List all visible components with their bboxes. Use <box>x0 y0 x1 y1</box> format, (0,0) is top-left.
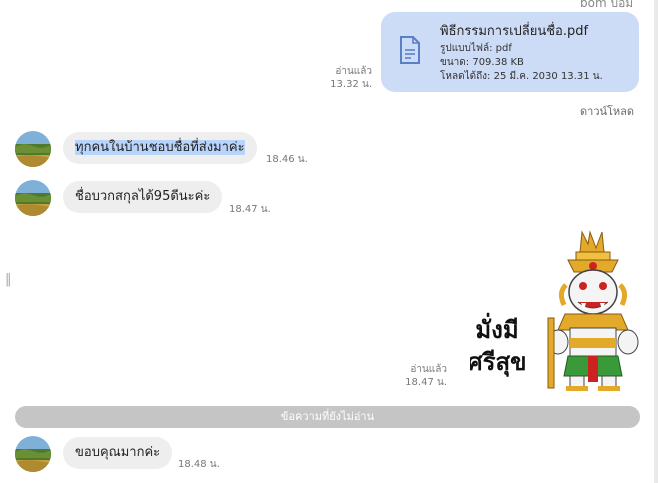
avatar[interactable] <box>15 131 51 167</box>
message-text: ทุกคนในบ้านชอบชื่อที่ส่งมาค่ะ <box>75 140 245 155</box>
message-bubble[interactable]: ขอบคุณมากค่ะ <box>63 437 173 469</box>
read-label: อ่านแล้ว <box>335 66 372 77</box>
message-time: 18.46 น. <box>266 154 308 165</box>
avatar-image <box>15 180 51 216</box>
avatar-image <box>15 436 51 472</box>
document-icon <box>400 36 420 64</box>
message-text: ชื่อบวกสกุลได้95ดีนะค่ะ <box>75 189 211 204</box>
message-bubble[interactable]: ชื่อบวกสกุลได้95ดีนะค่ะ <box>63 181 223 213</box>
resize-handle-icon[interactable]: ‖ <box>5 272 12 287</box>
sticker-text-line2: ศรีสุข <box>470 348 527 378</box>
message-time: 18.47 น. <box>405 377 447 388</box>
file-message-bubble[interactable]: พิธีกรรมการเปลี่ยนชื่อ.pdf รูปแบบไฟล์: p… <box>381 12 639 92</box>
message-time: 18.48 น. <box>178 459 220 470</box>
file-read-status: อ่านแล้ว 13.32 น. <box>320 65 372 91</box>
download-link[interactable]: ดาวน์โหลด <box>580 102 634 120</box>
avatar[interactable] <box>15 436 51 472</box>
scrollbar[interactable] <box>654 0 658 483</box>
message-text: ขอบคุณมากค่ะ <box>75 445 161 460</box>
file-type: รูปแบบไฟล์: pdf <box>440 43 512 54</box>
message-time: 18.47 น. <box>229 204 271 215</box>
file-expiry: โหลดได้ถึง: 25 มี.ค. 2030 13.31 น. <box>440 71 603 82</box>
read-label: อ่านแล้ว <box>410 364 447 375</box>
sticker-image[interactable]: มั่งมี ศรีสุข <box>470 230 640 392</box>
file-size: ขนาด: 709.38 KB <box>440 57 524 68</box>
avatar[interactable] <box>15 180 51 216</box>
message-time: 13.32 น. <box>330 79 372 90</box>
sticker-text-line1: มั่งมี <box>475 312 518 344</box>
sticker-read-status: อ่านแล้ว 18.47 น. <box>395 363 447 389</box>
giant-character <box>547 230 639 391</box>
unread-divider: ข้อความที่ยังไม่อ่าน <box>15 406 640 428</box>
message-bubble[interactable]: ทุกคนในบ้านชอบชื่อที่ส่งมาค่ะ <box>63 132 257 164</box>
avatar-image <box>15 131 51 167</box>
file-name: พิธีกรรมการเปลี่ยนชื่อ.pdf <box>440 24 589 39</box>
